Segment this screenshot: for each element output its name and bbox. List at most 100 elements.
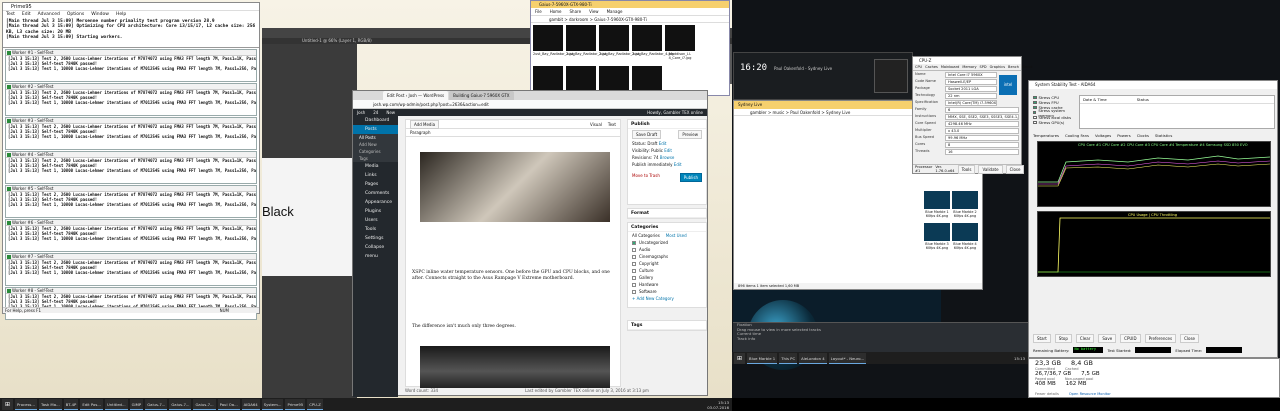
cpuz-tabs[interactable]: CPU Caches Mainboard Memory SPD Graphics Bench…: [913, 64, 1032, 71]
start-button-icon[interactable]: ⊞: [2, 399, 13, 410]
menu-item-help[interactable]: Help: [116, 12, 126, 17]
category-checkbox[interactable]: [632, 282, 636, 287]
aida-tabs[interactable]: Temperatures Cooling Fans Voltages Powers Cl…: [1033, 133, 1172, 138]
add-new-category-link[interactable]: + Add New Category: [628, 295, 706, 302]
publish-header[interactable]: Publish: [628, 120, 706, 129]
stress-option[interactable]: Stress GPU(s): [1033, 120, 1077, 125]
fewer-details-link[interactable]: Fewer details: [1035, 392, 1059, 396]
tab-text[interactable]: Text: [608, 122, 616, 127]
wp-admin-bar[interactable]: Josh 24 New Howdy, Gambler TEX online: [353, 109, 707, 116]
cpuz-tab-spd[interactable]: SPD: [980, 65, 987, 69]
cpuz-validate-button[interactable]: Validate: [978, 164, 1003, 174]
taskbar-item[interactable]: Prime95: [285, 399, 306, 410]
stress-checkbox[interactable]: [1033, 105, 1037, 110]
cpuz-tab-caches[interactable]: Caches: [925, 65, 938, 69]
post-paragraph[interactable]: XSPC inline water temperature sensors. O…: [412, 270, 616, 282]
gallery-thumbnail[interactable]: 2ust_Bay_Radiator_4.jpg: [632, 25, 674, 63]
preview-button[interactable]: Preview: [678, 130, 702, 139]
sidebar-sub-add-new[interactable]: Add New: [353, 141, 398, 148]
visibility-edit-link[interactable]: Edit: [664, 148, 672, 153]
menu-item-advanced[interactable]: Advanced: [38, 12, 60, 17]
taskbar-item[interactable]: Task Ma...: [39, 399, 62, 410]
prime95-menu[interactable]: Test Edit Advanced Options Window Help: [3, 11, 259, 18]
sidebar-item-dashboard[interactable]: Dashboard: [353, 116, 398, 125]
taskbar-item[interactable]: Paul Oa...: [217, 399, 240, 410]
taskbar-item[interactable]: Process...: [15, 399, 38, 410]
cpuz-close-button[interactable]: Close: [1005, 164, 1025, 174]
taskbar-item[interactable]: This PC: [779, 352, 798, 364]
category-checkbox[interactable]: [632, 247, 636, 252]
adminbar-howdy[interactable]: Howdy, Gambler TEX online: [647, 110, 707, 115]
cpuz-tab-memory[interactable]: Memory: [962, 65, 976, 69]
worker-window[interactable]: Worker #3 - Self-Test [Jul 3 15:13] Test …: [5, 117, 257, 150]
sidebar-item-plugins[interactable]: Plugins: [353, 207, 398, 216]
gallery-address-bar[interactable]: gambit > darkroom > Gaius-7-5960X-GTX-98…: [531, 16, 729, 23]
task-manager-memory[interactable]: 23,3 GB 8,4 GB Committed Cached 26,7/36,…: [1028, 358, 1280, 398]
gallery-thumbnail[interactable]: 2ust_Bay_Radiator_2.jpg: [566, 25, 608, 63]
sidebar-item-comments[interactable]: Comments: [353, 189, 398, 198]
tags-header[interactable]: Tags: [628, 321, 706, 330]
adminbar-site[interactable]: Josh: [357, 110, 365, 115]
category-checkbox[interactable]: [632, 268, 636, 273]
stress-checkbox[interactable]: [1033, 100, 1037, 105]
stress-checkbox[interactable]: [1033, 120, 1037, 125]
cpuz-selection[interactable]: Processor #1: [915, 165, 932, 173]
sidebar-sub-categories[interactable]: Categories: [353, 148, 398, 155]
gallery-ribbon[interactable]: File Home Share View Manage: [531, 8, 729, 16]
aida-tab-cooling-fans[interactable]: Cooling Fans: [1065, 133, 1089, 138]
photoshop-doc-tab[interactable]: Untitled-1 @ 66% (Layer 1, RGB/8): [262, 38, 372, 43]
category-item[interactable]: Software: [628, 288, 706, 295]
aida-tab-statistics[interactable]: Statistics: [1155, 133, 1172, 138]
sidebar-item-tools[interactable]: Tools: [353, 225, 398, 234]
browser-tabs[interactable]: Edit Post ‹ Josh — WordPress Building Gai…: [353, 91, 707, 100]
ribbon-tab-share[interactable]: Share: [570, 9, 582, 14]
move-to-trash-link[interactable]: Move to Trash: [632, 173, 660, 182]
gallery-thumbnail[interactable]: 2ust_Bay_Radiator_3.jpg: [599, 25, 641, 63]
tab-visual[interactable]: Visual: [590, 122, 602, 127]
publish-button[interactable]: Publish: [679, 173, 702, 182]
category-item[interactable]: Copyright: [628, 260, 706, 267]
taskbar-item[interactable]: Layout* - Neuro...: [828, 352, 867, 364]
sidebar-sub-all-posts[interactable]: All Posts: [353, 134, 398, 141]
start-button-icon-2[interactable]: ⊞: [734, 352, 745, 364]
category-checkbox[interactable]: [632, 240, 636, 245]
cpuz-tab-bench[interactable]: Bench: [1008, 65, 1019, 69]
taskbar-item[interactable]: Gaius-7...: [169, 399, 192, 410]
aida-button-preferences[interactable]: Preferences: [1144, 334, 1177, 343]
format-select[interactable]: Paragraph: [406, 129, 620, 137]
category-checkbox[interactable]: [632, 261, 636, 266]
aida-button-start[interactable]: Start: [1033, 334, 1051, 343]
taskbar-item[interactable]: GIMP: [129, 399, 144, 410]
prime95-window[interactable]: Prime95 Test Edit Advanced Options Window Hel…: [2, 2, 260, 320]
cpuz-tools-button[interactable]: Tools: [957, 164, 976, 174]
tab-all-categories[interactable]: All Categories: [632, 233, 660, 238]
sidebar-item-appearance[interactable]: Appearance: [353, 198, 398, 207]
category-item[interactable]: Hardware: [628, 281, 706, 288]
sidebar-item-settings[interactable]: Settings: [353, 234, 398, 243]
worker-window[interactable]: Worker #7 - Self-Test [Jul 3 15:13] Test …: [5, 253, 257, 286]
taskbar-item[interactable]: BT-4P: [63, 399, 79, 410]
stress-checkbox[interactable]: [1033, 95, 1037, 100]
ribbon-tab-home[interactable]: Home: [550, 9, 562, 14]
aida64-stability-window[interactable]: System Stability Test - AIDA64 Stress CP…: [1028, 80, 1278, 358]
worker-window[interactable]: Worker #1 - Self-Test [Jul 3 15:13] Test …: [5, 49, 257, 82]
category-checkbox[interactable]: [632, 254, 636, 259]
taskbar-item[interactable]: Gaius-7...: [193, 399, 216, 410]
worker-window[interactable]: Worker #4 - Self-Test [Jul 3 15:13] Test …: [5, 151, 257, 184]
taskbar-item[interactable]: System...: [261, 399, 284, 410]
file-thumbnail[interactable]: Blue Marble 3 60fps 4K.png: [924, 223, 950, 253]
aida-tab-clocks[interactable]: Clocks: [1137, 133, 1149, 138]
aida-tab-temperatures[interactable]: Temperatures: [1033, 133, 1059, 138]
sidebar-item-links[interactable]: Links: [353, 171, 398, 180]
url-text[interactable]: josh.wp.com/wp-admin/post.php?post=2636&…: [373, 102, 489, 107]
post-editor[interactable]: Add Media Visual Text Paragraph XSPC inl…: [405, 119, 621, 388]
aida-tab-powers[interactable]: Powers: [1117, 133, 1130, 138]
revisions-browse-link[interactable]: Browse: [660, 155, 675, 160]
aida-button-cpuid[interactable]: CPUID: [1120, 334, 1141, 343]
wordpress-browser-window[interactable]: Edit Post ‹ Josh — WordPress Building Gai…: [352, 90, 708, 397]
sidebar-item-media[interactable]: Media: [353, 162, 398, 171]
gallery-thumbnail[interactable]: Maddison_LI-4_Core_i7.jpg: [665, 25, 695, 63]
audio-mixer[interactable]: Fixation Drag mouse to view in more selec…: [733, 322, 1033, 354]
taskbar-item[interactable]: AIDA64: [241, 399, 260, 410]
menu-item-test[interactable]: Test: [6, 12, 15, 17]
